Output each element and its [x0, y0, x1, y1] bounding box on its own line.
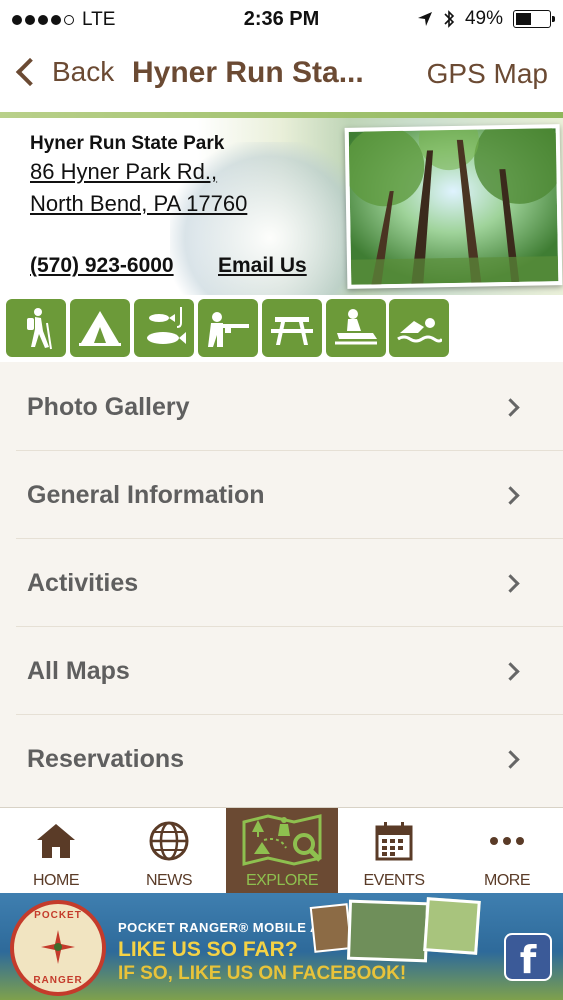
picnic-icon[interactable]: [262, 299, 322, 357]
ad-line-3: IF SO, LIKE US ON FACEBOOK!: [118, 963, 407, 984]
email-link[interactable]: Email Us: [218, 254, 307, 278]
tab-label: EVENTS: [363, 872, 425, 889]
tab-label: NEWS: [146, 872, 193, 889]
ad-photo: [346, 899, 430, 963]
page-title: Hyner Run Sta...: [132, 56, 364, 89]
tab-label: EXPLORE: [245, 872, 319, 889]
more-dots-icon: [490, 837, 524, 845]
logo-text-top: POCKET: [34, 910, 82, 921]
logo-text-bottom: RANGER: [33, 975, 83, 986]
menu-item-label: Activities: [27, 569, 139, 597]
back-button[interactable]: Back: [12, 56, 114, 88]
ad-photo: [309, 903, 353, 953]
menu-item-all-maps[interactable]: All Maps: [16, 627, 563, 715]
activity-icons: [0, 295, 563, 362]
park-photo: [344, 124, 563, 289]
chevron-right-icon: [501, 574, 520, 593]
chevron-right-icon: [501, 662, 520, 681]
menu-item-label: Photo Gallery: [27, 393, 190, 421]
menu-item-label: General Information: [27, 481, 265, 509]
pocket-ranger-logo: POCKET RANGER: [10, 900, 106, 996]
facebook-ad-banner[interactable]: POCKET RANGER POCKET RANGER® MOBILE APP …: [0, 893, 563, 1000]
battery-percent: 49%: [464, 8, 503, 29]
tab-explore[interactable]: EXPLORE: [226, 808, 338, 894]
tab-more[interactable]: MORE: [451, 808, 563, 894]
park-name: Hyner Run State Park: [30, 133, 225, 154]
navigation-bar: Back Hyner Run Sta... GPS Map: [0, 38, 563, 112]
tab-events[interactable]: EVENTS: [338, 808, 450, 894]
tab-label: HOME: [33, 872, 80, 889]
gps-map-button[interactable]: GPS Map: [427, 58, 548, 90]
status-bar: LTE 2:36 PM 49%: [0, 0, 563, 38]
home-icon: [37, 824, 75, 858]
chevron-right-icon: [501, 486, 520, 505]
tab-bar: HOME NEWS EXPLORE EVENTS MORE: [0, 807, 563, 894]
battery-icon: [513, 10, 555, 28]
hiking-icon[interactable]: [6, 299, 66, 357]
park-menu: Photo Gallery General Information Activi…: [0, 363, 563, 802]
ad-line-2: LIKE US SO FAR?: [118, 938, 298, 961]
compass-icon: [41, 930, 75, 964]
location-arrow-icon: [417, 12, 432, 26]
snowmobile-icon[interactable]: [326, 299, 386, 357]
hunting-icon[interactable]: [198, 299, 258, 357]
ad-headline: POCKET RANGER® MOBILE APP: [118, 920, 339, 935]
tab-news[interactable]: NEWS: [113, 808, 225, 894]
ad-photo: [423, 897, 481, 955]
tab-home[interactable]: HOME: [0, 808, 112, 894]
back-label: Back: [52, 56, 115, 87]
menu-item-label: All Maps: [27, 657, 130, 685]
fishing-icon[interactable]: [134, 299, 194, 357]
swimming-icon[interactable]: [389, 299, 449, 357]
chevron-right-icon: [501, 750, 520, 769]
calendar-icon: [375, 822, 413, 861]
phone-link[interactable]: (570) 923-6000: [30, 254, 174, 278]
menu-item-reservations[interactable]: Reservations: [16, 715, 563, 802]
bluetooth-icon: [444, 10, 455, 28]
globe-icon: [149, 821, 189, 861]
menu-item-activities[interactable]: Activities: [16, 539, 563, 627]
park-header: Hyner Run State Park 86 Hyner Park Rd., …: [0, 112, 563, 295]
header-divider: [0, 112, 563, 118]
status-right: 49%: [417, 8, 555, 30]
menu-item-photo-gallery[interactable]: Photo Gallery: [16, 363, 563, 451]
address-line-1[interactable]: 86 Hyner Park Rd.,: [30, 159, 217, 185]
explore-map-icon: [242, 814, 322, 866]
facebook-icon[interactable]: f: [506, 935, 550, 982]
tab-label: MORE: [484, 872, 531, 889]
chevron-right-icon: [501, 398, 520, 417]
chevron-left-icon: [15, 57, 45, 87]
menu-item-general-information[interactable]: General Information: [16, 451, 563, 539]
camping-icon[interactable]: [70, 299, 130, 357]
address-line-2[interactable]: North Bend, PA 17760: [30, 191, 247, 217]
menu-item-label: Reservations: [27, 745, 185, 773]
